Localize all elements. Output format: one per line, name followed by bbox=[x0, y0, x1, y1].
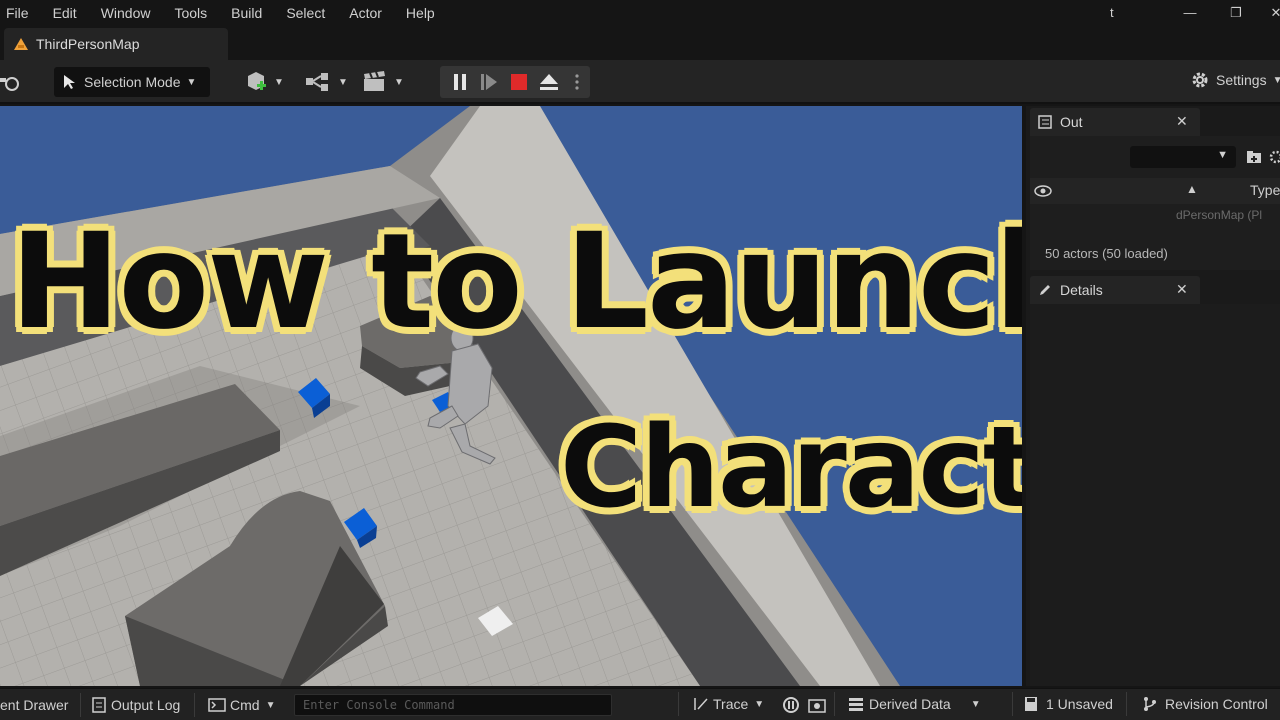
cmd-label: Cmd bbox=[230, 697, 260, 713]
gear-icon[interactable] bbox=[1268, 149, 1280, 165]
close-icon[interactable]: ✕ bbox=[1176, 281, 1188, 298]
settings-button[interactable]: Settings ▼ bbox=[1190, 70, 1280, 90]
outliner-tab[interactable]: Out bbox=[1030, 108, 1200, 136]
trace-icon bbox=[694, 698, 708, 710]
level-tab[interactable]: ThirdPersonMap bbox=[4, 28, 228, 60]
level-tab-label: ThirdPersonMap bbox=[36, 36, 140, 52]
menu-tools[interactable]: Tools bbox=[168, 5, 219, 21]
sort-up-icon[interactable]: ▲ bbox=[1186, 182, 1198, 196]
selection-mode-dropdown[interactable]: Selection Mode ▼ bbox=[54, 67, 210, 97]
outliner-tab-label: Out bbox=[1060, 114, 1083, 130]
clapperboard-icon bbox=[364, 71, 385, 91]
more-options-icon[interactable] bbox=[574, 73, 580, 91]
chevron-down-icon: ▼ bbox=[1272, 74, 1280, 86]
menu-window[interactable]: Window bbox=[95, 5, 163, 21]
selection-mode-label: Selection Mode bbox=[84, 74, 181, 90]
log-icon bbox=[92, 697, 106, 713]
output-log-label: Output Log bbox=[111, 697, 181, 713]
outliner-filter-dropdown[interactable]: ▼ bbox=[1130, 146, 1236, 168]
camera-icon[interactable] bbox=[0, 72, 22, 92]
details-tab[interactable]: Details bbox=[1030, 276, 1200, 304]
content-drawer-button[interactable]: ent Drawer bbox=[0, 697, 68, 713]
thumbnail-title-line1: How to Launch bbox=[10, 205, 1022, 359]
database-icon bbox=[849, 698, 863, 711]
cursor-icon bbox=[64, 75, 75, 89]
branch-icon bbox=[1144, 697, 1156, 711]
add-actor-button[interactable]: ▼ bbox=[244, 70, 284, 94]
divider bbox=[1126, 692, 1127, 716]
chevron-down-icon: ▼ bbox=[338, 76, 348, 88]
divider bbox=[80, 693, 81, 717]
output-log-button[interactable]: Output Log bbox=[92, 697, 180, 713]
actor-count: 50 actors (50 loaded) bbox=[1045, 246, 1168, 261]
scene-render bbox=[0, 106, 1022, 686]
close-button[interactable]: ✕ bbox=[1262, 2, 1280, 24]
terminal-icon bbox=[208, 698, 226, 712]
divider bbox=[1012, 692, 1013, 716]
cinematics-button[interactable]: ▼ bbox=[362, 70, 404, 94]
unsaved-label: 1 Unsaved bbox=[1046, 696, 1113, 712]
menu-actor[interactable]: Actor bbox=[343, 5, 394, 21]
menu-edit[interactable]: Edit bbox=[47, 5, 89, 21]
main-toolbar: Selection Mode ▼ ▼ ▼ ▼ Settings ▼ bbox=[0, 60, 1280, 104]
chevron-down-icon: ▼ bbox=[394, 76, 404, 88]
level-icon bbox=[14, 38, 28, 50]
level-viewport[interactable]: How to Launch Character bbox=[0, 106, 1022, 686]
play-controls bbox=[440, 66, 590, 98]
chevron-down-icon: ▼ bbox=[274, 76, 284, 88]
eye-icon[interactable] bbox=[1034, 184, 1052, 198]
derived-data-dropdown[interactable]: Derived Data ▼ bbox=[848, 696, 981, 712]
blueprint-icon bbox=[306, 73, 328, 91]
details-panel bbox=[1030, 304, 1280, 686]
revision-control-label: Revision Control bbox=[1165, 696, 1268, 712]
add-folder-icon[interactable] bbox=[1246, 149, 1262, 165]
blueprints-button[interactable]: ▼ bbox=[304, 70, 348, 94]
settings-label: Settings bbox=[1216, 72, 1267, 88]
menu-help[interactable]: Help bbox=[400, 5, 447, 21]
revision-control-button[interactable]: Revision Control bbox=[1142, 696, 1268, 712]
details-tab-label: Details bbox=[1060, 282, 1103, 298]
divider bbox=[834, 692, 835, 716]
console-command-input[interactable] bbox=[294, 694, 612, 716]
restore-button[interactable]: ❐ bbox=[1222, 2, 1250, 24]
screenshot-icon[interactable] bbox=[808, 696, 826, 714]
outliner-icon bbox=[1038, 115, 1052, 129]
gear-icon bbox=[1192, 72, 1208, 88]
eject-icon[interactable] bbox=[539, 73, 559, 91]
divider bbox=[678, 692, 679, 716]
close-icon[interactable]: ✕ bbox=[1176, 113, 1188, 130]
trace-label: Trace bbox=[713, 696, 749, 712]
user-indicator: t bbox=[1110, 5, 1114, 20]
minimize-button[interactable]: — bbox=[1176, 2, 1204, 24]
chevron-down-icon: ▼ bbox=[265, 699, 276, 711]
add-actor-icon bbox=[248, 72, 266, 90]
pause-icon[interactable] bbox=[452, 73, 468, 91]
step-forward-icon[interactable] bbox=[480, 73, 498, 91]
menu-build[interactable]: Build bbox=[225, 5, 274, 21]
document-tab-bar: ThirdPersonMap bbox=[0, 26, 1280, 60]
menu-select[interactable]: Select bbox=[280, 5, 337, 21]
chevron-down-icon: ▼ bbox=[754, 698, 765, 710]
save-icon bbox=[1025, 697, 1037, 711]
outliner-world-row[interactable]: dPersonMap (Pl bbox=[1176, 208, 1262, 222]
type-column-header[interactable]: Type bbox=[1250, 182, 1280, 198]
outliner-header-row bbox=[1030, 178, 1280, 204]
pencil-icon bbox=[1040, 285, 1050, 295]
chevron-down-icon: ▼ bbox=[186, 76, 197, 88]
unsaved-button[interactable]: 1 Unsaved bbox=[1024, 696, 1113, 712]
trace-dropdown[interactable]: Trace ▼ bbox=[694, 696, 764, 712]
menu-bar: File Edit Window Tools Build Select Acto… bbox=[0, 0, 1280, 26]
chevron-down-icon: ▼ bbox=[970, 698, 981, 710]
divider bbox=[194, 693, 195, 717]
stop-icon[interactable] bbox=[510, 73, 528, 91]
cmd-dropdown[interactable]: Cmd ▼ bbox=[208, 697, 275, 713]
record-icon[interactable] bbox=[782, 696, 800, 714]
thumbnail-title-line2: Character bbox=[560, 403, 1022, 533]
menu-file[interactable]: File bbox=[0, 5, 41, 21]
derived-data-label: Derived Data bbox=[869, 696, 951, 712]
chevron-down-icon: ▼ bbox=[1217, 149, 1228, 161]
